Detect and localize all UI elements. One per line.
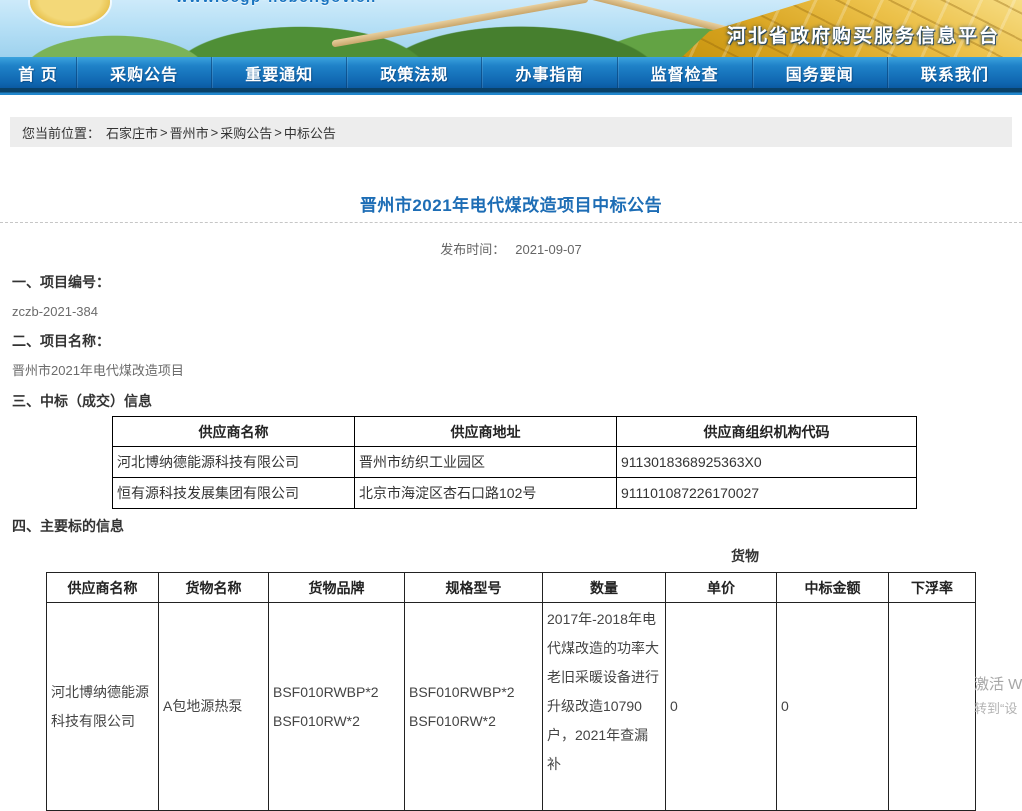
col-header-unit-price: 单价 [666, 573, 777, 603]
nav-item-policies[interactable]: 政策法规 [346, 57, 481, 88]
col-header-supplier-address: 供应商地址 [355, 417, 617, 447]
supplier-name-cell: 河北博纳德能源科技有限公司 [113, 447, 355, 478]
goods-category-label: 货物 [12, 548, 1010, 564]
supplier-org-code-cell: 911101087226170027 [617, 478, 917, 509]
table-row: 河北博纳德能源科技有限公司 晋州市纺织工业园区 9113018368925363… [113, 447, 917, 478]
article-body: 一、项目编号： zczb-2021-384 二、项目名称： 晋州市2021年电代… [12, 274, 1010, 811]
nav-item-state-news[interactable]: 国务要闻 [752, 57, 887, 88]
main-nav: 首 页 采购公告 重要通知 政策法规 办事指南 监督检查 国务要闻 联系我们 [0, 57, 1022, 88]
breadcrumb-link-shijiazhuang[interactable]: 石家庄市 [106, 123, 158, 142]
goods-detail-table: 供应商名称 货物名称 货物品牌 规格型号 数量 单价 中标金额 下浮率 河北博纳… [46, 572, 976, 811]
breadcrumb-link-award-notices[interactable]: 中标公告 [284, 123, 336, 142]
nav-item-contact-us[interactable]: 联系我们 [887, 57, 1022, 88]
table-row: 河北博纳德能源 科技有限公司 A包地源热泵 BSF010RWBP*2 BSF01… [47, 603, 976, 811]
col-header-discount-rate: 下浮率 [889, 573, 976, 603]
col-header-supplier-name: 供应商名称 [47, 573, 159, 603]
col-header-goods-name: 货物名称 [159, 573, 269, 603]
breadcrumb-separator: > [160, 125, 168, 140]
nav-bottom-strip [0, 88, 1022, 95]
nav-item-service-guide[interactable]: 办事指南 [481, 57, 616, 88]
goods-name-cell: A包地源热泵 [159, 603, 269, 811]
award-amount-cell: 0 [777, 603, 889, 811]
table-header-row: 供应商名称 供应商地址 供应商组织机构代码 [113, 417, 917, 447]
publish-date-value: 2021-09-07 [515, 242, 582, 257]
breadcrumb-separator: > [274, 125, 282, 140]
breadcrumb: 您当前位置： 石家庄市 > 晋州市 > 采购公告 > 中标公告 [10, 117, 1012, 147]
col-header-quantity: 数量 [543, 573, 666, 603]
platform-title: 河北省政府购买服务信息平台 [727, 21, 1000, 48]
nav-item-home[interactable]: 首 页 [0, 57, 76, 88]
section-heading-project-number: 一、项目编号： [12, 274, 1010, 290]
section-heading-main-subject-info: 四、主要标的信息 [12, 518, 1010, 534]
col-header-award-amount: 中标金额 [777, 573, 889, 603]
col-header-supplier-org-code: 供应商组织机构代码 [617, 417, 917, 447]
table-row: 恒有源科技发展集团有限公司 北京市海淀区杏石口路102号 91110108722… [113, 478, 917, 509]
publish-date-line: 发布时间： 2021-09-07 [0, 242, 1022, 257]
award-info-table: 供应商名称 供应商地址 供应商组织机构代码 河北博纳德能源科技有限公司 晋州市纺… [112, 416, 917, 509]
breadcrumb-link-jinzhou[interactable]: 晋州市 [170, 123, 209, 142]
supplier-name-cell: 河北博纳德能源 科技有限公司 [47, 603, 159, 811]
goods-brand-cell: BSF010RWBP*2 BSF010RW*2 [269, 603, 405, 811]
table-header-row: 供应商名称 货物名称 货物品牌 规格型号 数量 单价 中标金额 下浮率 [47, 573, 976, 603]
nav-item-important-notices[interactable]: 重要通知 [211, 57, 346, 88]
breadcrumb-link-procurement-notices[interactable]: 采购公告 [220, 123, 272, 142]
site-banner: www.ccgp-hebei.gov.cn 河北省政府购买服务信息平台 [0, 0, 1022, 57]
supplier-address-cell: 北京市海淀区杏石口路102号 [355, 478, 617, 509]
publish-date-label: 发布时间： [440, 242, 505, 257]
col-header-goods-brand: 货物品牌 [269, 573, 405, 603]
supplier-address-cell: 晋州市纺织工业园区 [355, 447, 617, 478]
title-divider [0, 222, 1022, 223]
discount-rate-cell [889, 603, 976, 811]
project-number-value: zczb-2021-384 [12, 304, 1010, 319]
nav-item-procurement-notices[interactable]: 采购公告 [76, 57, 211, 88]
quantity-cell: 2017年-2018年电 代煤改造的功率大 老旧采暖设备进行 升级改造10790… [543, 603, 666, 811]
nav-item-supervision[interactable]: 监督检查 [617, 57, 752, 88]
breadcrumb-label: 您当前位置： [22, 123, 100, 142]
breadcrumb-separator: > [211, 125, 219, 140]
spec-model-cell: BSF010RWBP*2 BSF010RW*2 [405, 603, 543, 811]
section-heading-project-name: 二、项目名称： [12, 333, 1010, 349]
supplier-name-cell: 恒有源科技发展集团有限公司 [113, 478, 355, 509]
site-url: www.ccgp-hebei.gov.cn [176, 0, 377, 6]
project-name-value: 晋州市2021年电代煤改造项目 [12, 363, 1010, 378]
section-heading-award-info: 三、中标（成交）信息 [12, 393, 1010, 409]
col-header-supplier-name: 供应商名称 [113, 417, 355, 447]
supplier-org-code-cell: 9113018368925363X0 [617, 447, 917, 478]
unit-price-cell: 0 [666, 603, 777, 811]
page-title: 晋州市2021年电代煤改造项目中标公告 [0, 196, 1022, 216]
col-header-spec-model: 规格型号 [405, 573, 543, 603]
